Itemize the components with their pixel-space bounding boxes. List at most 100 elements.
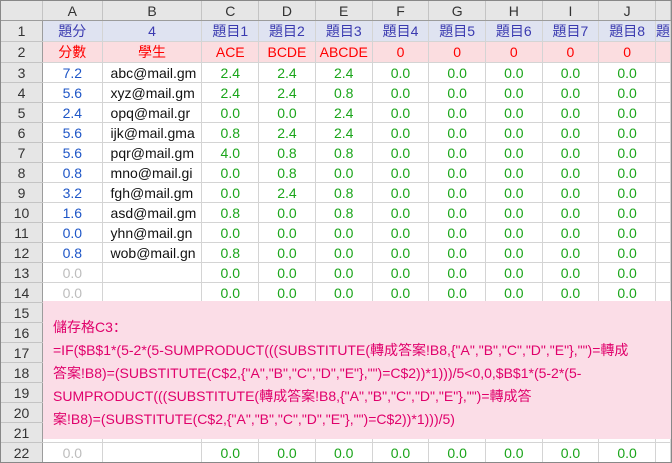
value-cell[interactable]: 0.0 (258, 282, 316, 303)
value-cell[interactable]: 0.8 (315, 142, 373, 163)
column-header[interactable]: F (372, 1, 430, 21)
value-cell[interactable]: 0.0 (372, 102, 430, 123)
value-cell[interactable]: 0.0 (201, 182, 260, 203)
value-cell[interactable]: 0.8 (315, 182, 373, 203)
student-cell[interactable]: xyz@mail.gm (102, 82, 203, 103)
cell[interactable]: 題 (655, 20, 671, 42)
row-header[interactable]: 13 (1, 262, 44, 283)
cell[interactable]: 題目4 (372, 20, 430, 42)
score-cell[interactable]: 5.6 (42, 122, 103, 143)
value-cell[interactable]: 0.0 (542, 282, 600, 303)
value-cell[interactable]: 0.0 (598, 142, 656, 163)
value-cell[interactable]: 0.0 (428, 122, 486, 143)
column-header[interactable] (655, 1, 671, 21)
value-cell[interactable]: 0.0 (315, 442, 373, 462)
cell[interactable]: 分數 (42, 41, 103, 63)
value-cell[interactable]: 0.0 (372, 202, 430, 223)
cell[interactable] (655, 142, 671, 163)
cell[interactable]: 0 (542, 41, 600, 63)
value-cell[interactable]: 0.0 (485, 162, 543, 183)
cell[interactable] (655, 262, 671, 283)
cell[interactable] (655, 242, 671, 263)
value-cell[interactable]: 0.0 (315, 222, 373, 243)
row-header[interactable]: 14 (1, 282, 44, 303)
value-cell[interactable]: 0.0 (372, 222, 430, 243)
cell[interactable] (655, 202, 671, 223)
row-header[interactable]: 5 (1, 102, 44, 123)
value-cell[interactable]: 0.0 (485, 262, 543, 283)
value-cell[interactable]: 0.0 (485, 102, 543, 123)
student-cell[interactable]: pqr@mail.gm (102, 142, 203, 163)
value-cell[interactable]: 0.0 (428, 222, 486, 243)
row-header[interactable]: 18 (1, 362, 44, 383)
value-cell[interactable]: 0.8 (258, 162, 316, 183)
value-cell[interactable]: 0.0 (258, 102, 316, 123)
score-cell[interactable]: 0.0 (42, 282, 103, 303)
cell[interactable] (655, 442, 671, 462)
value-cell[interactable]: 0.0 (485, 242, 543, 263)
value-cell[interactable]: 0.0 (428, 442, 486, 462)
cell[interactable] (655, 82, 671, 103)
cell[interactable]: 題目6 (485, 20, 543, 42)
value-cell[interactable]: 0.0 (372, 442, 430, 462)
value-cell[interactable]: 0.0 (542, 222, 600, 243)
value-cell[interactable]: 0.0 (428, 282, 486, 303)
score-cell[interactable]: 1.6 (42, 202, 103, 223)
student-cell[interactable] (102, 282, 203, 303)
value-cell[interactable]: 2.4 (201, 82, 260, 103)
value-cell[interactable]: 0.0 (428, 202, 486, 223)
value-cell[interactable]: 0.0 (542, 162, 600, 183)
cell[interactable]: ACE (201, 41, 260, 63)
cell[interactable] (655, 282, 671, 303)
score-cell[interactable]: 2.4 (42, 102, 103, 123)
value-cell[interactable]: 0.0 (542, 62, 600, 83)
score-cell[interactable]: 7.2 (42, 62, 103, 83)
value-cell[interactable]: 2.4 (315, 122, 373, 143)
cell[interactable]: BCDE (258, 41, 316, 63)
column-header[interactable]: E (315, 1, 373, 21)
value-cell[interactable]: 0.0 (258, 262, 316, 283)
value-cell[interactable]: 0.0 (542, 202, 600, 223)
value-cell[interactable]: 0.0 (201, 282, 260, 303)
value-cell[interactable]: 0.0 (372, 62, 430, 83)
score-cell[interactable]: 0.8 (42, 162, 103, 183)
value-cell[interactable]: 0.0 (201, 262, 260, 283)
value-cell[interactable]: 0.0 (485, 442, 543, 462)
row-header[interactable]: 19 (1, 382, 44, 403)
value-cell[interactable]: 0.0 (258, 442, 316, 462)
spreadsheet[interactable]: A B C D E F G H I J 1 題分 4 題目1 題目2 題目3 題目4 題目5 題… (0, 0, 672, 463)
value-cell[interactable]: 0.0 (485, 282, 543, 303)
cell[interactable]: 題目3 (315, 20, 373, 42)
value-cell[interactable]: 0.0 (542, 122, 600, 143)
value-cell[interactable]: 0.0 (428, 102, 486, 123)
value-cell[interactable]: 2.4 (258, 62, 316, 83)
cell[interactable]: 題目7 (542, 20, 600, 42)
score-cell[interactable]: 5.6 (42, 142, 103, 163)
column-header[interactable]: B (102, 1, 203, 21)
cell[interactable] (655, 62, 671, 83)
value-cell[interactable]: 0.0 (201, 162, 260, 183)
value-cell[interactable]: 0.0 (428, 62, 486, 83)
value-cell[interactable]: 0.0 (598, 182, 656, 203)
value-cell[interactable]: 0.0 (258, 202, 316, 223)
select-all-corner[interactable] (1, 1, 44, 21)
student-cell[interactable]: yhn@mail.gn (102, 222, 203, 243)
row-header[interactable]: 8 (1, 162, 44, 183)
value-cell[interactable]: 0.0 (485, 82, 543, 103)
row-header[interactable]: 10 (1, 202, 44, 223)
value-cell[interactable]: 4.0 (201, 142, 260, 163)
value-cell[interactable]: 0.0 (542, 442, 600, 462)
value-cell[interactable]: 0.0 (598, 82, 656, 103)
value-cell[interactable]: 0.0 (485, 222, 543, 243)
row-header[interactable]: 3 (1, 62, 44, 83)
column-header[interactable]: A (42, 1, 103, 21)
cell[interactable]: 學生 (102, 41, 203, 63)
value-cell[interactable]: 0.0 (315, 262, 373, 283)
value-cell[interactable]: 2.4 (258, 182, 316, 203)
value-cell[interactable]: 0.0 (598, 202, 656, 223)
row-header[interactable]: 20 (1, 402, 44, 423)
score-cell[interactable]: 0.0 (42, 442, 103, 462)
value-cell[interactable]: 0.0 (598, 262, 656, 283)
value-cell[interactable]: 0.8 (201, 242, 260, 263)
row-header[interactable]: 1 (1, 20, 44, 42)
